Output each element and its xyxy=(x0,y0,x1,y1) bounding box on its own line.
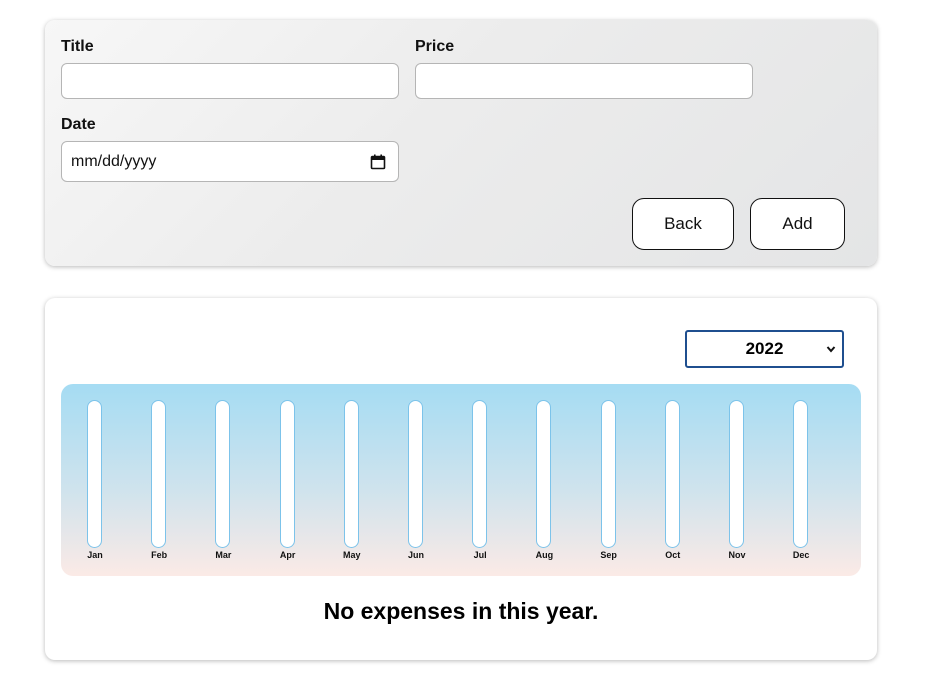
bar-label: Jan xyxy=(87,550,103,560)
new-expense-form: Title Price Date mm/dd/yyyy Back Add xyxy=(45,20,877,266)
bar-label: Mar xyxy=(215,550,232,560)
back-button[interactable]: Back xyxy=(632,198,734,250)
chart-bar-jan: Jan xyxy=(82,400,108,560)
bar-track xyxy=(151,400,167,548)
calendar-icon[interactable] xyxy=(370,154,386,170)
chart-bar-jul: Jul xyxy=(467,400,493,560)
bar-label: Aug xyxy=(535,550,554,560)
chart-bar-oct: Oct xyxy=(660,400,686,560)
date-label: Date xyxy=(61,116,96,133)
chart-bar-jun: Jun xyxy=(403,400,429,560)
chart-bar-mar: Mar xyxy=(210,400,236,560)
chevron-down-icon xyxy=(826,346,836,353)
monthly-expenses-chart: Jan Feb Mar Apr May Jun Jul Aug Sep Oct Nov Dec xyxy=(61,384,861,576)
year-filter-select[interactable]: 2022 xyxy=(685,330,844,368)
bar-track xyxy=(600,400,616,548)
bar-label: Oct xyxy=(665,550,681,560)
bar-track xyxy=(279,400,295,548)
price-input[interactable] xyxy=(415,63,753,99)
bar-label: Nov xyxy=(728,550,746,560)
bar-track xyxy=(215,400,231,548)
bar-label: Jul xyxy=(473,550,487,560)
empty-state-message: No expenses in this year. xyxy=(323,598,599,624)
bar-track xyxy=(472,400,488,548)
bar-label: May xyxy=(343,550,361,560)
bar-track xyxy=(793,400,809,548)
bar-label: Feb xyxy=(151,550,168,560)
bar-track xyxy=(729,400,744,548)
bar-track xyxy=(87,400,102,548)
add-button[interactable]: Add xyxy=(750,198,845,250)
chart-bar-apr: Apr xyxy=(275,400,301,560)
bar-track xyxy=(343,400,359,548)
bar-label: Jun xyxy=(407,550,424,560)
bar-track xyxy=(536,400,552,548)
title-label: Title xyxy=(61,38,94,55)
chart-bar-dec: Dec xyxy=(788,400,814,560)
expenses-card: 2022 Jan Feb Mar Apr May Jun Jul Aug Sep Oct Nov De… xyxy=(45,298,877,660)
bar-label: Apr xyxy=(279,550,296,560)
bar-label: Sep xyxy=(600,550,617,560)
bar-track xyxy=(408,400,423,548)
title-input[interactable] xyxy=(61,63,399,99)
date-placeholder: mm/dd/yyyy xyxy=(71,152,157,170)
price-label: Price xyxy=(415,38,455,55)
bar-label: Dec xyxy=(792,550,810,560)
chart-bar-aug: Aug xyxy=(531,400,557,560)
year-filter-value: 2022 xyxy=(745,339,784,358)
date-input[interactable]: mm/dd/yyyy xyxy=(61,141,399,182)
chart-bar-sep: Sep xyxy=(596,400,622,560)
chart-bar-nov: Nov xyxy=(724,400,750,560)
chart-bar-feb: Feb xyxy=(146,400,172,560)
bar-track xyxy=(664,400,680,548)
chart-bar-may: May xyxy=(339,400,365,560)
